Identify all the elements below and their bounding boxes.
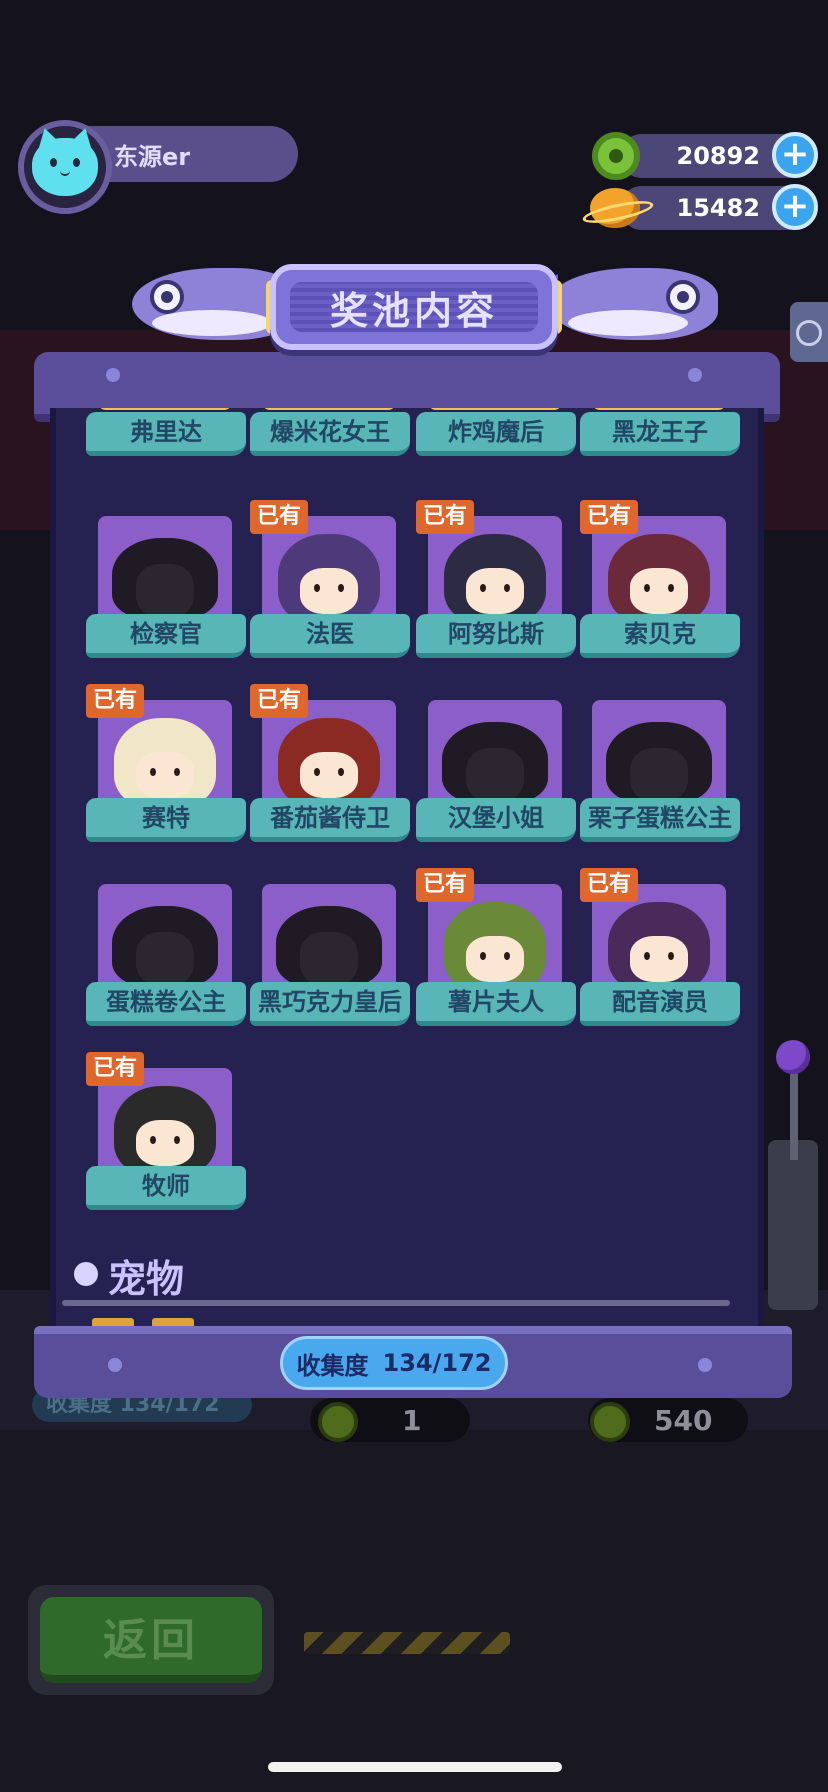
dialog-title-banner: 奖池内容 [270, 264, 558, 350]
character-name: 牧师 [86, 1166, 246, 1210]
character-face [136, 1120, 194, 1166]
locked-silhouette [442, 722, 548, 802]
character-card[interactable]: 阿努比斯 已有 [416, 500, 582, 666]
rivet [698, 1358, 712, 1372]
pet-card-peek [152, 1318, 194, 1326]
character-card[interactable]: 黑巧克力皇后 [250, 884, 416, 1034]
character-face [630, 568, 688, 614]
rivet [106, 368, 120, 382]
owned-badge: 已有 [250, 500, 308, 534]
donut-coin-icon [318, 1402, 358, 1442]
character-portrait [428, 700, 562, 812]
collection-value: 134/172 [382, 1349, 492, 1377]
background-coin-value: 1 [402, 1404, 422, 1437]
character-card[interactable]: 索贝克 已有 [580, 500, 746, 666]
character-card[interactable]: 栗子蛋糕公主 [580, 700, 746, 850]
character-portrait [592, 408, 726, 410]
lever-base [768, 1140, 818, 1310]
hazard-stripe [304, 1632, 510, 1654]
username: 东源er [114, 143, 191, 171]
lever-stick [790, 1070, 798, 1160]
owned-badge: 已有 [416, 868, 474, 902]
character-name: 薯片夫人 [416, 982, 576, 1026]
owned-badge: 已有 [86, 684, 144, 718]
character-face [136, 752, 194, 798]
locked-silhouette [112, 538, 218, 618]
character-face [466, 936, 524, 982]
fish-decoration-right [512, 258, 718, 350]
character-name: 赛特 [86, 798, 246, 842]
character-card[interactable]: 薯片夫人 已有 [416, 868, 582, 1034]
character-portrait [98, 516, 232, 628]
planet-coin-icon [590, 188, 640, 228]
lever-knob [776, 1040, 810, 1074]
character-name: 汉堡小姐 [416, 798, 576, 842]
character-name: 检察官 [86, 614, 246, 658]
character-name: 番茄酱侍卫 [250, 798, 410, 842]
owned-badge: 已有 [86, 1052, 144, 1086]
character-card[interactable]: 赛特 已有 [86, 684, 252, 850]
donut-coin-icon [590, 1402, 630, 1442]
rivet [108, 1358, 122, 1372]
add-donut-button[interactable]: + [772, 132, 818, 178]
owned-badge: 已有 [250, 684, 308, 718]
character-card[interactable]: 牧师 已有 [86, 1052, 252, 1218]
character-portrait [428, 408, 562, 410]
locked-silhouette [112, 906, 218, 986]
character-name: 炸鸡魔后 [416, 412, 576, 456]
add-planet-button[interactable]: + [772, 184, 818, 230]
character-card[interactable]: 番茄酱侍卫 已有 [250, 684, 416, 850]
character-portrait [98, 408, 232, 410]
character-portrait [262, 408, 396, 410]
character-portrait [98, 884, 232, 996]
currency-planet-value: 15482 [676, 194, 761, 222]
background-coin-value: 540 [654, 1404, 713, 1437]
currency-donut-value: 20892 [676, 142, 761, 170]
back-button[interactable]: 返回 [28, 1585, 274, 1695]
character-name: 法医 [250, 614, 410, 658]
character-face [300, 752, 358, 798]
character-name: 爆米花女王 [250, 412, 410, 456]
cat-face-icon [32, 138, 98, 196]
back-button-label: 返回 [40, 1597, 262, 1683]
rivet [688, 368, 702, 382]
character-card[interactable]: 检察官 [86, 516, 252, 666]
dialog-title: 奖池内容 [290, 282, 538, 333]
avatar[interactable] [18, 120, 112, 214]
character-name: 黑龙王子 [580, 412, 740, 456]
side-share-tab[interactable] [790, 302, 828, 362]
locked-silhouette [606, 722, 712, 802]
character-card[interactable]: 汉堡小姐 [416, 700, 582, 850]
character-name: 阿努比斯 [416, 614, 576, 658]
character-face [630, 936, 688, 982]
collection-progress: 收集度 134/172 [280, 1336, 508, 1390]
character-name: 索贝克 [580, 614, 740, 658]
character-card[interactable]: 法医 已有 [250, 500, 416, 666]
character-name: 弗里达 [86, 412, 246, 456]
owned-badge: 已有 [580, 500, 638, 534]
character-card[interactable]: 蛋糕卷公主 [86, 884, 252, 1034]
home-indicator [268, 1762, 562, 1772]
character-card[interactable]: 配音演员 已有 [580, 868, 746, 1034]
collection-label: 收集度 [296, 1351, 369, 1380]
character-portrait [262, 884, 396, 996]
character-portrait [592, 700, 726, 812]
character-face [466, 568, 524, 614]
donut-coin-icon [592, 132, 640, 180]
section-divider [62, 1300, 730, 1306]
owned-badge: 已有 [580, 868, 638, 902]
character-name: 配音演员 [580, 982, 740, 1026]
character-name: 栗子蛋糕公主 [580, 798, 740, 842]
owned-badge: 已有 [416, 500, 474, 534]
section-title-pets: 宠物 [108, 1257, 185, 1301]
pet-card-peek [92, 1318, 134, 1326]
prize-pool-list[interactable]: 弗里达 爆米花女王 炸鸡魔后 黑龙王子 检察官 法医 已有 阿努比斯 已有 索贝克 已有 赛特 已有 番茄… [50, 408, 764, 1326]
character-face [300, 568, 358, 614]
locked-silhouette [276, 906, 382, 986]
section-bullet-icon [74, 1262, 98, 1286]
character-name: 黑巧克力皇后 [250, 982, 410, 1026]
character-name: 蛋糕卷公主 [86, 982, 246, 1026]
